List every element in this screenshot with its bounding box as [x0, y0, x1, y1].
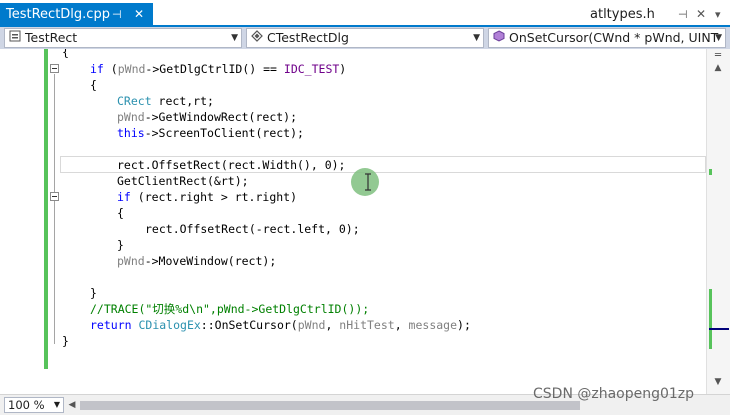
- chevron-down-icon: ▼: [231, 33, 238, 43]
- class-icon: [250, 29, 264, 47]
- tab-label: TestRectDlg.cpp: [6, 7, 110, 22]
- change-tracking-bar: [44, 49, 48, 369]
- code-line: if (rect.right > rt.right): [117, 190, 298, 204]
- code-line: {: [90, 78, 97, 92]
- tab-atltypes-h[interactable]: atltypes.h ⊣ ✕ ▾: [590, 3, 721, 26]
- code-line: }: [62, 334, 69, 348]
- change-marker: [709, 289, 712, 349]
- code-line: {: [117, 206, 124, 220]
- class-name: CTestRectDlg: [267, 30, 349, 45]
- zoom-dropdown[interactable]: 100 % ▼: [4, 397, 64, 413]
- collapse-icon[interactable]: [50, 192, 59, 201]
- code-line: //TRACE("切换%d\n",pWnd->GetDlgCtrlID());: [90, 302, 370, 316]
- pin-icon[interactable]: ⊣: [678, 3, 688, 26]
- code-line: pWnd->MoveWindow(rect);: [117, 254, 277, 268]
- watermark: CSDN @zhaopeng01zp: [533, 386, 695, 402]
- caret-position-marker: [709, 328, 729, 330]
- zoom-level: 100 %: [8, 398, 45, 412]
- scroll-down-icon[interactable]: ▼: [711, 377, 725, 389]
- code-line: pWnd->GetWindowRect(rect);: [117, 110, 298, 124]
- navigation-bar: TestRect ▼ CTestRectDlg ▼ OnSetCursor(CW…: [0, 27, 730, 49]
- project-icon: [8, 29, 22, 47]
- close-icon[interactable]: ✕: [696, 3, 706, 26]
- code-line: rect.OffsetRect(rect.Width(), 0);: [117, 158, 346, 172]
- member-dropdown[interactable]: OnSetCursor(CWnd * pWnd, UINT ▼: [488, 28, 726, 48]
- project-dropdown[interactable]: TestRect ▼: [4, 28, 242, 48]
- code-line: }: [117, 238, 124, 252]
- scroll-up-icon[interactable]: ▲: [711, 63, 725, 75]
- code-line: }: [90, 286, 97, 300]
- tab-label: atltypes.h: [590, 7, 655, 22]
- split-icon[interactable]: ═: [711, 51, 725, 61]
- close-icon[interactable]: ✕: [134, 3, 144, 26]
- collapse-icon[interactable]: [50, 64, 59, 73]
- tab-dropdown-icon[interactable]: ▾: [715, 3, 721, 26]
- chevron-down-icon: ▼: [53, 400, 60, 409]
- chevron-down-icon: ▼: [715, 33, 722, 43]
- member-name: OnSetCursor(CWnd * pWnd, UINT: [509, 30, 719, 45]
- code-line: rect.OffsetRect(-rect.left, 0);: [145, 222, 360, 236]
- vertical-scrollbar[interactable]: ═ ▲ ▼: [706, 49, 730, 394]
- class-dropdown[interactable]: CTestRectDlg ▼: [246, 28, 484, 48]
- pin-icon[interactable]: ⊣: [112, 3, 122, 26]
- document-tab-strip: TestRectDlg.cpp ⊣ ✕ atltypes.h ⊣ ✕ ▾: [0, 0, 730, 27]
- code-line: {: [62, 49, 69, 59]
- outline-line: [54, 74, 55, 344]
- code-editor[interactable]: { if (pWnd->GetDlgCtrlID() == IDC_TEST) …: [0, 49, 706, 394]
- scroll-left-icon[interactable]: ◀: [66, 397, 78, 413]
- chevron-down-icon: ▼: [473, 33, 480, 43]
- scrollbar-thumb[interactable]: [80, 401, 580, 410]
- text-cursor-icon: [365, 173, 371, 191]
- project-name: TestRect: [25, 30, 78, 45]
- code-line: if (pWnd->GetDlgCtrlID() == IDC_TEST): [90, 62, 347, 76]
- code-line: this->ScreenToClient(rect);: [117, 126, 304, 140]
- tab-testrectdlg-cpp[interactable]: TestRectDlg.cpp ⊣ ✕: [0, 3, 153, 26]
- code-line: CRect rect,rt;: [117, 94, 214, 108]
- method-icon: [492, 29, 506, 47]
- code-line: GetClientRect(&rt);: [117, 174, 249, 188]
- code-line: return CDialogEx::OnSetCursor(pWnd, nHit…: [90, 318, 471, 332]
- change-marker: [709, 169, 712, 175]
